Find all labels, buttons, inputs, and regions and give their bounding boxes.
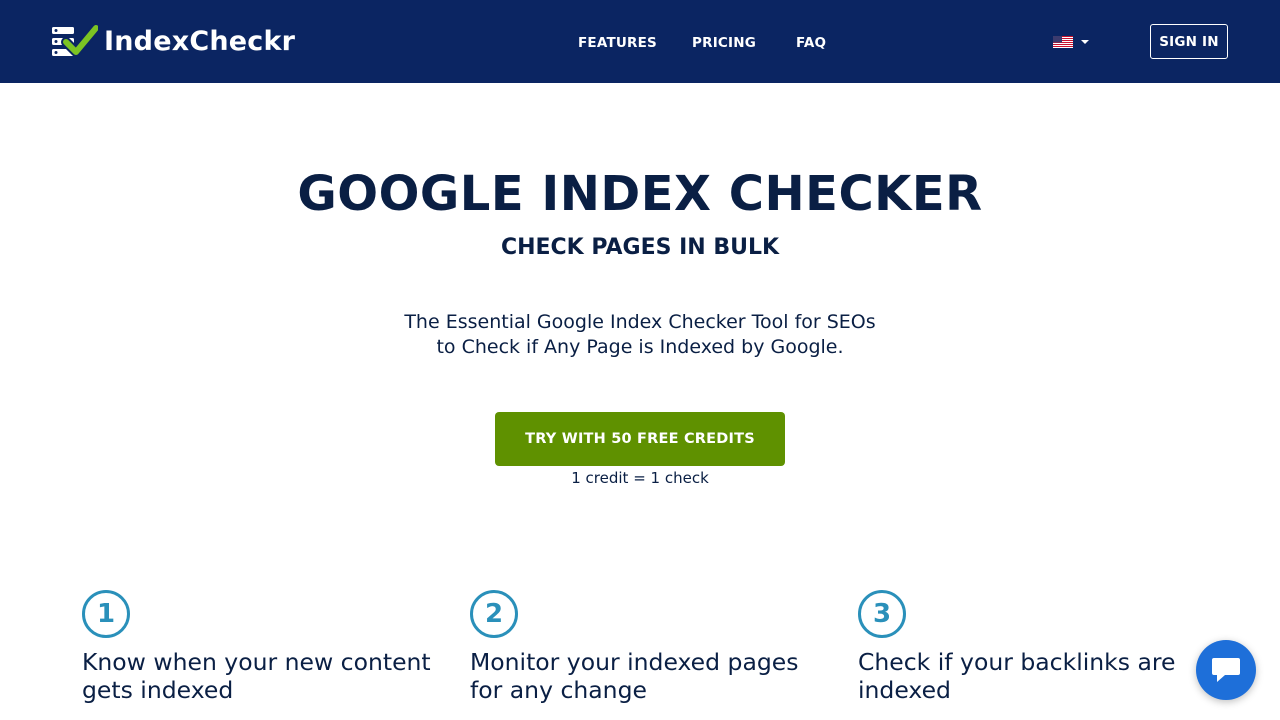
feature-number-badge: 1	[82, 590, 130, 638]
nav-faq-link[interactable]: FAQ	[796, 33, 826, 53]
credit-note: 1 credit = 1 check	[571, 469, 709, 487]
feature-title-line-1: Check if your backlinks are	[858, 648, 1176, 676]
feature-card-1: 1 Know when your new content gets indexe…	[82, 590, 442, 704]
hero-description-line-2: to Check if Any Page is Indexed by Googl…	[436, 336, 844, 358]
feature-title-line-1: Know when your new content	[82, 648, 431, 676]
us-flag-icon	[1053, 36, 1073, 48]
feature-card-3: 3 Check if your backlinks are indexed	[858, 590, 1218, 704]
chat-widget-button[interactable]	[1196, 640, 1256, 700]
top-navbar: IndexCheckr FEATURES PRICING FAQ SIGN IN	[0, 0, 1280, 83]
try-free-credits-button[interactable]: TRY WITH 50 FREE CREDITS	[495, 412, 785, 466]
page-subtitle: CHECK PAGES IN BULK	[500, 235, 780, 260]
feature-title: Know when your new content gets indexed	[82, 648, 442, 704]
feature-card-2: 2 Monitor your indexed pages for any cha…	[470, 590, 830, 704]
sign-in-button[interactable]: SIGN IN	[1150, 24, 1228, 59]
hero-description: The Essential Google Index Checker Tool …	[0, 310, 1280, 360]
feature-title: Monitor your indexed pages for any chang…	[470, 648, 830, 704]
chevron-down-icon	[1081, 40, 1089, 44]
feature-title-line-2: gets indexed	[82, 676, 234, 704]
language-selector[interactable]	[1053, 36, 1089, 48]
feature-title-line-2: for any change	[470, 676, 647, 704]
feature-number-badge: 3	[858, 590, 906, 638]
chat-bubble-icon	[1212, 658, 1240, 682]
feature-title-line-1: Monitor your indexed pages	[470, 648, 799, 676]
feature-title-line-2: indexed	[858, 676, 951, 704]
hero-description-line-1: The Essential Google Index Checker Tool …	[404, 311, 876, 333]
nav-pricing-link[interactable]: PRICING	[692, 33, 756, 53]
feature-title: Check if your backlinks are indexed	[858, 648, 1218, 704]
nav-features-link[interactable]: FEATURES	[578, 33, 657, 53]
feature-number-badge: 2	[470, 590, 518, 638]
page-title: GOOGLE INDEX CHECKER	[297, 166, 983, 222]
